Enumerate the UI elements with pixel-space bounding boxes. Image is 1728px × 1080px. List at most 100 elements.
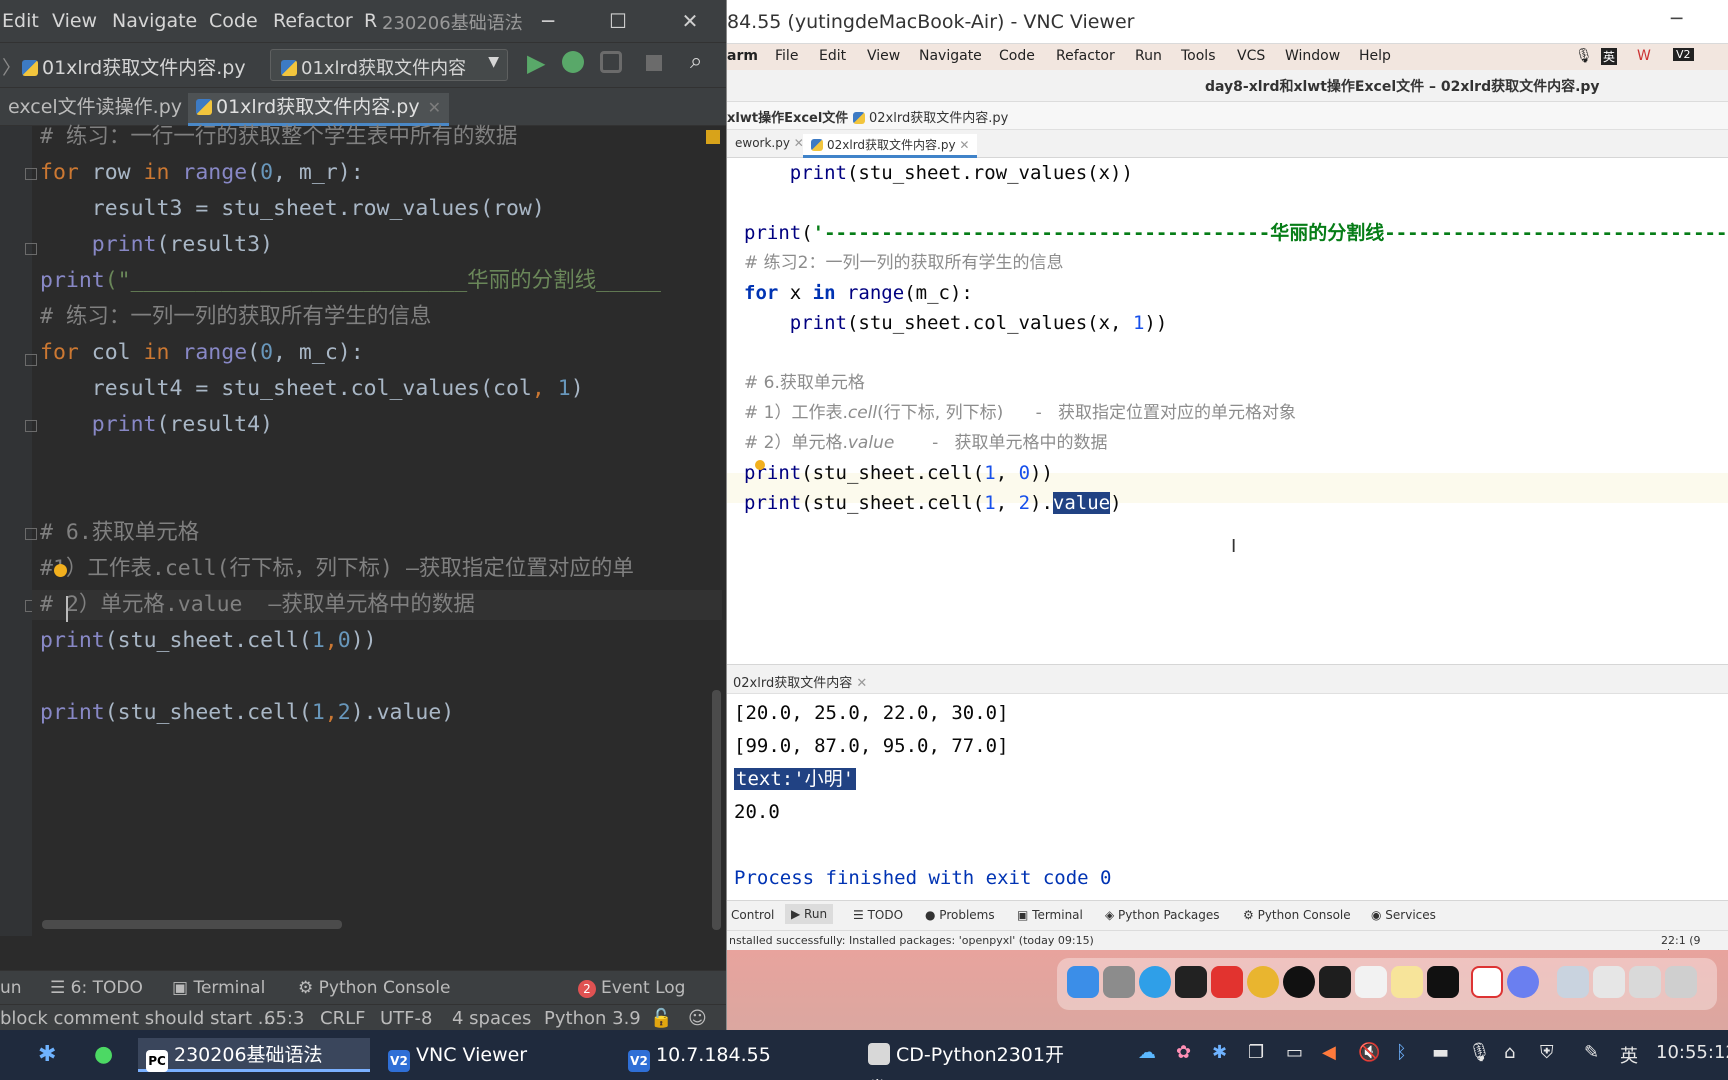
toolwindow-terminal[interactable]: ▣ Terminal — [172, 978, 265, 998]
tab-homework[interactable]: ework.py ✕ — [727, 134, 812, 158]
folder-icon[interactable] — [1557, 966, 1589, 998]
run-tab[interactable]: 02xlrd获取文件内容 ✕ — [733, 672, 867, 691]
lock-icon[interactable]: 🔓 — [650, 1008, 672, 1029]
trash-icon[interactable] — [1665, 966, 1697, 998]
menu-code[interactable]: Code — [209, 10, 258, 32]
taskbar-app-vnc-session[interactable]: V210.7.184.55 (yuting... — [620, 1038, 852, 1080]
run-config-select[interactable]: 01xlrd获取文件内容 ▼ — [270, 49, 508, 81]
coverage-icon[interactable] — [600, 51, 622, 73]
status-message[interactable]: nstalled successfully: Installed package… — [729, 934, 1094, 947]
menu-refactor[interactable]: Refactor — [273, 10, 353, 32]
youdao-icon[interactable] — [1211, 966, 1243, 998]
status-position[interactable]: 65:3 — [264, 1008, 304, 1029]
close-icon[interactable]: ✕ — [856, 676, 867, 691]
wps-icon[interactable]: W — [1637, 48, 1651, 64]
fold-marker-icon[interactable] — [25, 243, 37, 255]
vnc-icon[interactable]: V2 — [1673, 48, 1694, 61]
qq-icon[interactable] — [1283, 966, 1315, 998]
flower-icon[interactable]: ✿ — [1176, 1042, 1191, 1063]
status-indent[interactable]: 4 spaces — [452, 1008, 531, 1029]
maximize-button[interactable]: ☐ — [598, 6, 638, 36]
status-line-separator[interactable]: CRLF — [320, 1008, 365, 1029]
pinned-tray-icon[interactable]: ✱ — [1212, 1042, 1227, 1063]
tab-02xlrd[interactable]: 02xlrd获取文件内容.py ✕ — [803, 134, 978, 158]
mac-menu-help[interactable]: Help — [1359, 48, 1391, 64]
fold-marker-icon[interactable] — [25, 528, 37, 540]
fold-marker-icon[interactable] — [25, 420, 37, 432]
toolwindow-problems[interactable]: ● Problems — [925, 908, 995, 922]
taskbar-app-cd-python[interactable]: CD-Python2301开发... — [860, 1038, 1092, 1080]
volume-mute-icon[interactable]: 🔇 — [1358, 1042, 1380, 1063]
mac-menu-tools[interactable]: Tools — [1181, 48, 1216, 64]
safari-icon[interactable] — [1139, 966, 1171, 998]
fold-marker-icon[interactable] — [25, 168, 37, 180]
inspection-warning-marker[interactable] — [706, 130, 720, 144]
typora-icon[interactable] — [1355, 966, 1387, 998]
search-icon[interactable]: ⌕ — [690, 49, 702, 74]
toolwindow-python-console[interactable]: ⚙ Python Console — [298, 978, 450, 998]
toolwindow-terminal[interactable]: ▣ Terminal — [1017, 908, 1083, 922]
wechat-icon[interactable]: ● — [86, 1038, 121, 1072]
menu-run-truncated[interactable]: R — [364, 10, 377, 32]
cloud-icon[interactable]: ☁ — [1138, 1042, 1156, 1063]
breadcrumb-file[interactable]: 01xlrd获取文件内容.py — [22, 53, 246, 80]
mac-menu-vcs[interactable]: VCS — [1237, 48, 1265, 64]
run-icon[interactable]: ▶ — [527, 49, 545, 77]
status-encoding[interactable]: UTF-8 — [380, 1008, 432, 1029]
window-switch-icon[interactable]: ❐ — [1248, 1042, 1264, 1063]
mac-menu-run[interactable]: Run — [1135, 48, 1162, 64]
microphone-icon[interactable]: 🎙 — [1468, 1042, 1491, 1063]
ime-indicator[interactable]: 英 — [1620, 1042, 1638, 1068]
mac-menu-refactor[interactable]: Refactor — [1056, 48, 1115, 64]
monitor-icon[interactable]: ▭ — [1286, 1042, 1303, 1063]
close-button[interactable]: ✕ — [670, 6, 710, 36]
toolwindow-todo[interactable]: ☰ 6: TODO — [50, 978, 143, 998]
minimize-button[interactable]: ─ — [528, 6, 568, 36]
minimize-button[interactable]: ─ — [1671, 8, 1682, 30]
shield-icon[interactable]: ⛨ — [1540, 1042, 1554, 1063]
breadcrumb-file[interactable]: 02xlrd获取文件内容.py — [853, 107, 1008, 126]
finder-icon[interactable] — [1067, 966, 1099, 998]
toolwindow-services[interactable]: ◉ Services — [1371, 908, 1436, 922]
browser-icon[interactable] — [1507, 966, 1539, 998]
taskbar-app-vnc[interactable]: V2 VNC Viewer — [380, 1038, 612, 1072]
menu-view[interactable]: View — [52, 10, 97, 32]
launchpad-icon[interactable] — [1103, 966, 1135, 998]
mac-menu-window[interactable]: Window — [1285, 48, 1340, 64]
toolwindow-run[interactable]: un — [0, 978, 22, 998]
toolwindow-run[interactable]: ▶ Run — [785, 904, 834, 924]
toolwindow-control[interactable]: Control — [731, 908, 774, 922]
toolwindow-python-packages[interactable]: ◈ Python Packages — [1105, 908, 1219, 922]
close-icon[interactable]: ✕ — [428, 98, 441, 117]
status-interpreter[interactable]: Python 3.9 — [544, 1008, 641, 1029]
document-icon[interactable] — [1593, 966, 1625, 998]
toolwindow-event-log[interactable]: 2 Event Log — [578, 978, 685, 998]
recorder-icon[interactable] — [1175, 966, 1207, 998]
terminal-app-icon[interactable] — [1319, 966, 1351, 998]
right-code-editor[interactable]: print(stu_sheet.row_values(x)) print('--… — [727, 158, 1728, 660]
lightbulb-icon[interactable] — [755, 460, 765, 470]
pycharm-icon[interactable] — [1427, 966, 1459, 998]
wps-app-icon[interactable] — [1471, 966, 1503, 998]
ime-indicator[interactable]: 英 — [1601, 48, 1618, 65]
document-icon[interactable] — [1629, 966, 1661, 998]
toolwindow-todo[interactable]: ☰ TODO — [853, 908, 903, 922]
inspector-icon[interactable]: ☺ — [688, 1008, 707, 1029]
breadcrumb-folder[interactable]: xlwt操作Excel文件 — [727, 107, 848, 126]
pinned-app-icon[interactable]: ✱ — [30, 1038, 64, 1072]
notes-icon[interactable] — [1391, 966, 1423, 998]
pen-icon[interactable]: ✎ — [1584, 1042, 1599, 1063]
chrome-icon[interactable] — [1247, 966, 1279, 998]
mac-menu-navigate[interactable]: Navigate — [919, 48, 982, 64]
status-message[interactable]: block comment should start ... — [0, 1008, 275, 1029]
menu-edit[interactable]: Edit — [2, 10, 39, 32]
taskbar-app-pycharm[interactable]: PC230206基础语法 [D:\... — [138, 1038, 370, 1080]
speaker-app-icon[interactable]: ◀ — [1322, 1042, 1336, 1063]
stop-icon[interactable] — [646, 55, 662, 71]
debug-icon[interactable] — [562, 51, 584, 73]
microphone-icon[interactable]: 🎙 — [1575, 48, 1593, 64]
close-icon[interactable]: ✕ — [959, 138, 969, 152]
fold-marker-icon[interactable] — [25, 354, 37, 366]
vertical-scrollbar[interactable] — [712, 690, 721, 930]
network-icon[interactable]: ⌂ — [1504, 1042, 1515, 1063]
